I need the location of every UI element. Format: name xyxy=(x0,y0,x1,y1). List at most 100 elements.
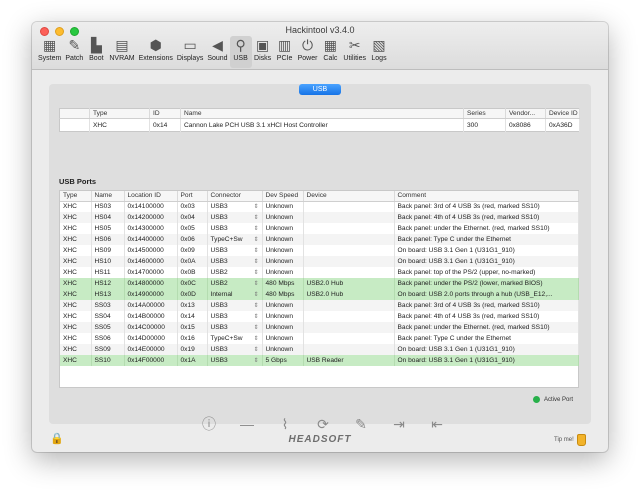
toolbar-sound-button[interactable]: ◀ Sound xyxy=(205,36,229,68)
connector-select[interactable]: USB3 ⇕ xyxy=(211,324,259,331)
ports-column-header[interactable]: Device xyxy=(303,191,395,202)
port-comment-cell[interactable]: Back panel: 4th of 4 USB 3s (red, marked… xyxy=(394,212,579,223)
connector-select[interactable]: USB3 ⇕ xyxy=(211,225,259,232)
controllers-column-header[interactable] xyxy=(59,108,90,119)
usb-port-row[interactable]: XHC HS13 0x14900000 0x0D Internal ⇕ 480 Mbps US… xyxy=(60,289,579,300)
port-connector-cell[interactable]: USB3 ⇕ xyxy=(207,300,263,311)
usb-port-row[interactable]: XHC SS06 0x14D00000 0x16 TypeC+Sw ⇕ Unknown Bac… xyxy=(60,333,579,344)
connector-select[interactable]: USB3 ⇕ xyxy=(211,258,259,265)
controllers-column-header[interactable]: ID xyxy=(149,108,181,119)
toolbar-power-button[interactable]: ⏻ Power xyxy=(296,36,320,68)
usb-port-row[interactable]: XHC HS10 0x14600000 0x0A USB3 ⇕ Unknown On boar… xyxy=(60,256,579,267)
port-comment-cell[interactable]: Back panel: 3rd of 4 USB 3s (red, marked… xyxy=(394,201,579,212)
port-connector-cell[interactable]: USB3 ⇕ xyxy=(207,344,263,355)
port-comment-cell[interactable]: Back panel: under the Ethernet. (red, ma… xyxy=(394,223,579,234)
port-connector-cell[interactable]: USB3 ⇕ xyxy=(207,201,263,212)
controllers-column-header[interactable]: Vendor... xyxy=(505,108,546,119)
controllers-column-header[interactable]: Series xyxy=(463,108,506,119)
ports-column-header[interactable]: Port xyxy=(177,191,208,202)
port-comment-cell[interactable]: On board: USB 3.1 Gen 1 (U31G1_910) xyxy=(394,355,579,366)
toolbar-patch-button[interactable]: ✎ Patch xyxy=(63,36,85,68)
port-connector-cell[interactable]: USB3 ⇕ xyxy=(207,223,263,234)
toolbar-displays-button[interactable]: ▭ Displays xyxy=(175,36,205,68)
usb-port-row[interactable]: XHC HS05 0x14300000 0x05 USB3 ⇕ Unknown Back pa… xyxy=(60,223,579,234)
port-connector-cell[interactable]: USB3 ⇕ xyxy=(207,245,263,256)
toolbar-disks-button[interactable]: ▣ Disks xyxy=(252,36,274,68)
usb-port-row[interactable]: XHC HS04 0x14200000 0x04 USB3 ⇕ Unknown Back pa… xyxy=(60,212,579,223)
ports-column-header[interactable]: Location ID xyxy=(124,191,178,202)
port-connector-cell[interactable]: USB3 ⇕ xyxy=(207,212,263,223)
port-connector-cell[interactable]: Internal ⇕ xyxy=(207,289,263,300)
connector-select[interactable]: USB3 ⇕ xyxy=(211,247,259,254)
usb-port-row[interactable]: XHC SS03 0x14A00000 0x13 USB3 ⇕ Unknown Back pa… xyxy=(60,300,579,311)
export-button[interactable]: ⇤ xyxy=(425,414,449,434)
controller-row[interactable]: XHC 0x14 Cannon Lake PCH USB 3.1 xHCI Host… xyxy=(59,118,580,132)
connector-select[interactable]: USB3 ⇕ xyxy=(211,214,259,221)
usb-port-row[interactable]: XHC HS09 0x14500000 0x09 USB3 ⇕ Unknown On boar… xyxy=(60,245,579,256)
connector-select[interactable]: USB3 ⇕ xyxy=(211,203,259,210)
usb-port-row[interactable]: XHC SS09 0x14E00000 0x19 USB3 ⇕ Unknown On boar… xyxy=(60,344,579,355)
toolbar-nvram-button[interactable]: ▤ NVRAM xyxy=(107,36,136,68)
connector-select[interactable]: TypeC+Sw ⇕ xyxy=(211,236,259,243)
usb-port-row[interactable]: XHC SS04 0x14B00000 0x14 USB3 ⇕ Unknown Back pa… xyxy=(60,311,579,322)
usb-port-row[interactable]: XHC HS06 0x14400000 0x06 TypeC+Sw ⇕ Unknown Bac… xyxy=(60,234,579,245)
connector-select[interactable]: USB2 ⇕ xyxy=(211,280,259,287)
port-comment-cell[interactable]: Back panel: 4th of 4 USB 3s (red, marked… xyxy=(394,311,579,322)
port-comment-cell[interactable]: On board: USB 3.1 Gen 1 (U31G1_910) xyxy=(394,245,579,256)
ports-column-header[interactable]: Name xyxy=(91,191,125,202)
toolbar-logs-button[interactable]: ▧ Logs xyxy=(368,36,390,68)
connector-select[interactable]: Internal ⇕ xyxy=(211,291,259,298)
toolbar-extensions-button[interactable]: ⬢ Extensions xyxy=(137,36,175,68)
port-connector-cell[interactable]: TypeC+Sw ⇕ xyxy=(207,333,263,344)
controllers-column-header[interactable]: Type xyxy=(89,108,150,119)
toolbar-system-button[interactable]: ▦ System xyxy=(36,36,63,68)
controllers-column-header[interactable]: Name xyxy=(180,108,464,119)
port-connector-cell[interactable]: USB2 ⇕ xyxy=(207,267,263,278)
usb-port-row[interactable]: XHC SS05 0x14C00000 0x15 USB3 ⇕ Unknown Back pa… xyxy=(60,322,579,333)
connector-select[interactable]: USB3 ⇕ xyxy=(211,302,259,309)
import-button[interactable]: ⇥ xyxy=(387,414,411,434)
port-connector-cell[interactable]: USB2 ⇕ xyxy=(207,278,263,289)
ports-column-header[interactable]: Dev Speed xyxy=(262,191,304,202)
connector-select[interactable]: USB3 ⇕ xyxy=(211,346,259,353)
port-comment-cell[interactable]: On board: USB 3.1 Gen 1 (U31G1_910) xyxy=(394,256,579,267)
refresh-button[interactable]: ⟳ xyxy=(311,414,335,434)
remove-button[interactable]: — xyxy=(235,414,259,434)
port-comment-cell[interactable]: Back panel: under the PS/2 (lower, marke… xyxy=(394,278,579,289)
toolbar-pcie-button[interactable]: ▥ PCIe xyxy=(274,36,296,68)
toolbar-boot-button[interactable]: ▙ Boot xyxy=(85,36,107,68)
ports-column-header[interactable]: Comment xyxy=(394,191,579,202)
port-comment-cell[interactable]: Back panel: top of the PS/2 (upper, no-m… xyxy=(394,267,579,278)
port-connector-cell[interactable]: USB3 ⇕ xyxy=(207,322,263,333)
clear-button[interactable]: ⌇ xyxy=(273,414,297,434)
port-comment-cell[interactable]: Back panel: Type C under the Ethernet xyxy=(394,234,579,245)
toolbar-utilities-button[interactable]: ✂ Utilities xyxy=(341,36,368,68)
port-comment-cell[interactable]: Back panel: under the Ethernet. (red, ma… xyxy=(394,322,579,333)
usb-port-row[interactable]: XHC HS11 0x14700000 0x0B USB2 ⇕ Unknown Back pa… xyxy=(60,267,579,278)
usb-tab-button[interactable]: USB xyxy=(299,84,341,95)
port-connector-cell[interactable]: USB3 ⇕ xyxy=(207,256,263,267)
ports-column-header[interactable]: Type xyxy=(60,191,92,202)
port-comment-cell[interactable]: Back panel: Type C under the Ethernet xyxy=(394,333,579,344)
port-connector-cell[interactable]: USB3 ⇕ xyxy=(207,355,263,366)
port-connector-cell[interactable]: TypeC+Sw ⇕ xyxy=(207,234,263,245)
toolbar-calc-button[interactable]: ▦ Calc xyxy=(319,36,341,68)
edit-button[interactable]: ✎ xyxy=(349,414,373,434)
port-comment-cell[interactable]: On board: USB 2.0 ports through a hub (U… xyxy=(394,289,579,300)
usb-port-row[interactable]: XHC SS10 0x14F00000 0x1A USB3 ⇕ 5 Gbps USB Read… xyxy=(60,355,579,366)
connector-select[interactable]: TypeC+Sw ⇕ xyxy=(211,335,259,342)
connector-select[interactable]: USB3 ⇕ xyxy=(211,357,259,364)
connector-select[interactable]: USB3 ⇕ xyxy=(211,313,259,320)
ports-column-header[interactable]: Connector xyxy=(207,191,263,202)
toolbar-usb-button[interactable]: ⚲ USB xyxy=(229,36,252,68)
usb-port-row[interactable]: XHC HS12 0x14800000 0x0C USB2 ⇕ 480 Mbps USB2.0… xyxy=(60,278,579,289)
port-comment-cell[interactable]: Back panel: 3rd of 4 USB 3s (red, marked… xyxy=(394,300,579,311)
usb-ports-table-container[interactable]: Type Name Location ID Port Connector Dev Spee… xyxy=(59,190,579,388)
port-comment-cell[interactable]: On board: USB 3.1 Gen 1 (U31G1_910) xyxy=(394,344,579,355)
tip-me-button[interactable]: Tip me! xyxy=(554,434,586,446)
controllers-column-header[interactable]: Device ID xyxy=(545,108,580,119)
usb-port-row[interactable]: XHC HS03 0x14100000 0x03 USB3 ⇕ Unknown Back pa… xyxy=(60,201,579,212)
info-button[interactable]: ⓘ xyxy=(197,414,221,434)
connector-select[interactable]: USB2 ⇕ xyxy=(211,269,259,276)
port-connector-cell[interactable]: USB3 ⇕ xyxy=(207,311,263,322)
